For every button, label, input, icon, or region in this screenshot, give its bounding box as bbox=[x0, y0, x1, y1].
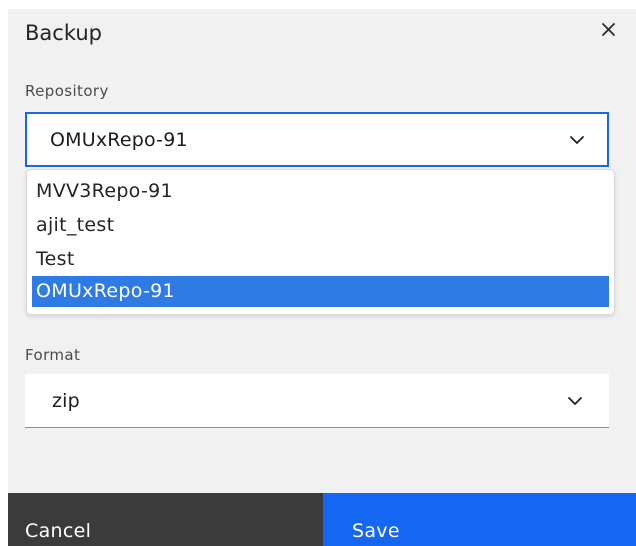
repository-option-selected[interactable]: OMUxRepo-91 bbox=[32, 276, 609, 307]
dialog-title: Backup bbox=[25, 21, 102, 45]
repository-option[interactable]: MVV3Repo-91 bbox=[32, 174, 609, 208]
repository-dropdown: MVV3Repo-91 ajit_test Test OMUxRepo-91 bbox=[26, 169, 615, 315]
repository-select[interactable]: OMUxRepo-91 bbox=[25, 112, 609, 167]
repository-label: Repository bbox=[25, 82, 109, 100]
close-icon[interactable] bbox=[596, 17, 620, 41]
dialog-footer: Cancel Save bbox=[8, 493, 636, 546]
backup-dialog: Backup Repository OMUxRepo-91 MVV3Repo-9… bbox=[8, 9, 636, 546]
repository-selected-value: OMUxRepo-91 bbox=[50, 128, 188, 151]
cancel-button[interactable]: Cancel bbox=[8, 493, 323, 546]
save-button[interactable]: Save bbox=[323, 493, 636, 546]
format-label: Format bbox=[25, 346, 81, 364]
format-selected-value: zip bbox=[52, 389, 80, 412]
repository-option[interactable]: ajit_test bbox=[32, 208, 609, 242]
chevron-down-icon bbox=[567, 396, 583, 406]
format-select[interactable]: zip bbox=[25, 374, 609, 428]
repository-option[interactable]: Test bbox=[32, 242, 609, 276]
chevron-down-icon bbox=[569, 135, 585, 145]
